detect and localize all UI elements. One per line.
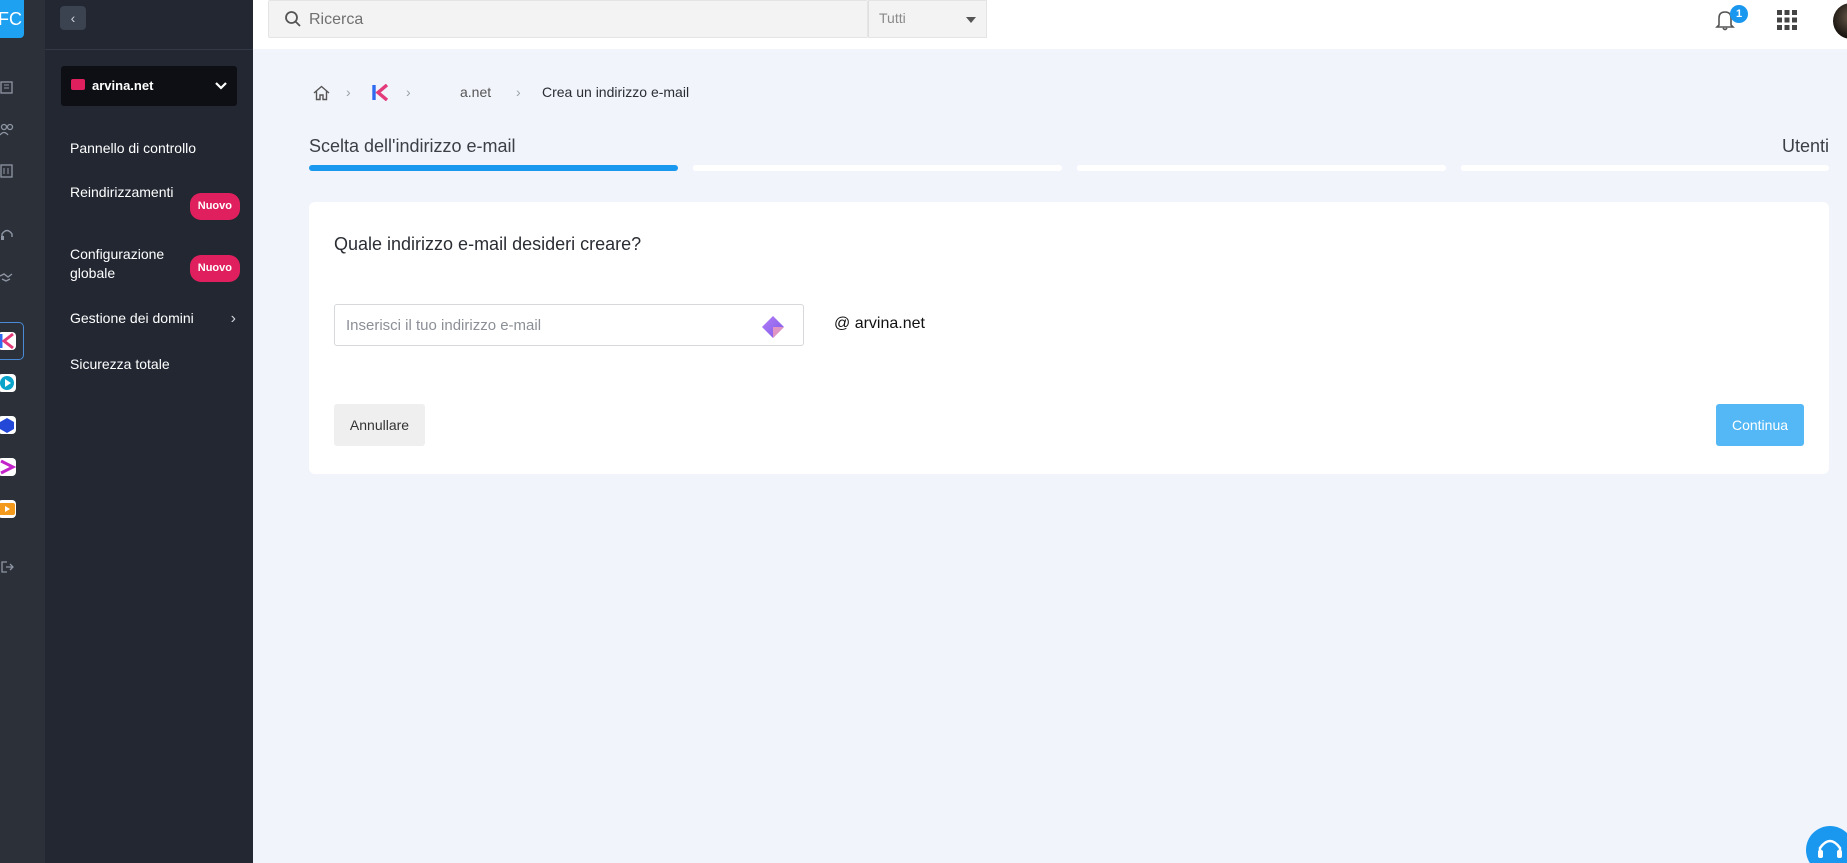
- sidebar-divider: [45, 49, 253, 50]
- logout-icon[interactable]: [0, 560, 14, 574]
- breadcrumb-separator: ›: [406, 84, 411, 100]
- cube-app-icon[interactable]: [0, 416, 16, 434]
- kappa-app-icon[interactable]: [372, 83, 389, 104]
- mail-icon: [71, 79, 85, 90]
- sidebar-item-dashboard[interactable]: Pannello di controllo: [70, 139, 240, 158]
- play-app-icon[interactable]: [0, 500, 16, 518]
- caret-down-icon: [966, 17, 976, 23]
- step-progress-3: [1077, 165, 1446, 171]
- help-chat-button[interactable]: [1806, 826, 1847, 863]
- step-progress-1: [309, 165, 678, 171]
- step-progress-4: [1461, 165, 1829, 171]
- sidebar-item-label: Gestione dei domini: [70, 310, 194, 326]
- continue-button[interactable]: Continua: [1716, 404, 1804, 446]
- search-scope-select[interactable]: Tutti: [868, 0, 987, 38]
- users-icon[interactable]: [0, 122, 14, 136]
- step-title-users: Utenti: [1782, 136, 1830, 156]
- home-icon[interactable]: [313, 85, 330, 104]
- new-badge: Nuovo: [189, 193, 240, 220]
- breadcrumb: › › a.net › Crea un indirizzo e-mail: [313, 83, 733, 104]
- breadcrumb-current: Crea un indirizzo e-mail: [542, 84, 690, 100]
- form-question: Quale indirizzo e-mail desideri creare?: [334, 234, 642, 254]
- sidebar-item-label: Sicurezza totale: [70, 356, 170, 372]
- sidebar-item-global-config[interactable]: Configurazione globale Nuovo: [70, 245, 240, 283]
- step-progress-2: [693, 165, 1062, 171]
- email-field: [334, 304, 804, 346]
- headset-icon[interactable]: [0, 228, 14, 242]
- breadcrumb-separator: ›: [346, 84, 351, 100]
- user-avatar[interactable]: [1833, 3, 1847, 39]
- search-box: [268, 0, 868, 38]
- sidebar-item-security[interactable]: Sicurezza totale: [70, 355, 240, 374]
- new-badge: Nuovo: [189, 255, 240, 282]
- building-icon[interactable]: [0, 80, 14, 94]
- search-scope-value: Tutti: [879, 10, 906, 26]
- email-input[interactable]: [346, 314, 746, 336]
- icon-rail: FC: [0, 0, 45, 863]
- apps-grid-icon[interactable]: [1777, 10, 1797, 35]
- sidebar-item-domains[interactable]: Gestione dei domini ›: [70, 309, 240, 328]
- search-input[interactable]: [309, 8, 809, 32]
- search-icon: [284, 10, 302, 33]
- email-domain-suffix: @ arvina.net: [834, 315, 925, 332]
- breadcrumb-separator: ›: [516, 84, 521, 100]
- collapse-sidebar-button[interactable]: ‹: [60, 6, 86, 30]
- kappa-app-icon[interactable]: [0, 332, 16, 350]
- breadcrumb-domain[interactable]: a.net: [460, 84, 491, 100]
- sidebar-item-redirects[interactable]: Reindirizzamenti Nuovo: [70, 183, 240, 220]
- ai-assistant-icon[interactable]: [761, 315, 785, 344]
- split-app-icon[interactable]: [0, 458, 17, 476]
- chevron-down-icon: [213, 78, 229, 99]
- notification-count-badge: 1: [1730, 5, 1748, 23]
- media-app-icon[interactable]: [0, 374, 16, 392]
- office-icon[interactable]: [0, 164, 14, 178]
- sidebar-item-label: Pannello di controllo: [70, 140, 197, 156]
- create-email-card: Quale indirizzo e-mail desideri creare? …: [309, 202, 1829, 474]
- domain-selector-label: arvina.net: [92, 78, 154, 93]
- handshake-icon[interactable]: [0, 270, 14, 284]
- sidebar: ‹ arvina.net Pannello di controllo Reind…: [45, 0, 253, 863]
- sidebar-item-label: Reindirizzamenti: [70, 184, 174, 200]
- top-bar: Tutti 1: [253, 0, 1847, 49]
- step-title-current: Scelta dell'indirizzo e-mail: [309, 136, 516, 156]
- sidebar-item-label: Configurazione globale: [70, 246, 165, 281]
- chevron-right-icon: ›: [230, 310, 236, 327]
- domain-selector[interactable]: arvina.net: [61, 66, 237, 106]
- app-logo[interactable]: FC: [0, 0, 24, 38]
- cancel-button[interactable]: Annullare: [334, 404, 425, 446]
